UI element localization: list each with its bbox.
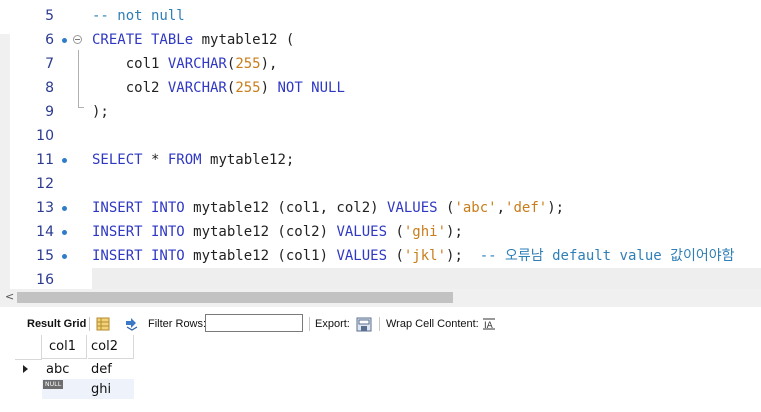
sql-editor[interactable]: 5 -- not null 6 CREATE TABLe mytable12 ( 7 c…	[0, 0, 761, 289]
row-header-corner	[15, 335, 42, 360]
grid-cell[interactable]: ghi	[91, 380, 111, 400]
wrap-text-icon[interactable]: IA	[482, 318, 496, 340]
line-number: 6	[45, 32, 54, 48]
line-number: 15	[36, 248, 54, 264]
export-label: Export:	[315, 318, 350, 330]
code-line[interactable]: 10	[0, 124, 761, 148]
statement-marker-icon	[62, 230, 67, 235]
statement-marker-icon	[62, 158, 67, 163]
code-line[interactable]: 11 SELECT * FROM mytable12;	[0, 148, 761, 172]
code-text: INSERT INTO mytable12 (col1) VALUES ('jk…	[92, 248, 735, 264]
grid-cell[interactable]: def	[91, 360, 112, 380]
toolbar-separator	[379, 317, 380, 331]
code-line[interactable]: 7 col1 VARCHAR(255),	[0, 52, 761, 76]
toolbar-separator	[89, 317, 90, 331]
code-line[interactable]: 9);	[0, 100, 761, 124]
line-number: 8	[45, 80, 54, 96]
statement-marker-icon	[62, 38, 67, 43]
code-text: -- not null	[92, 8, 185, 24]
code-text: );	[92, 104, 109, 120]
export-icon[interactable]	[356, 317, 372, 339]
code-line[interactable]: 8 col2 VARCHAR(255) NOT NULL	[0, 76, 761, 100]
line-number: 11	[36, 152, 54, 168]
line-number: 9	[45, 104, 54, 120]
code-line[interactable]: 13 INSERT INTO mytable12 (col1, col2) VAL…	[0, 196, 761, 220]
null-value-badge[interactable]: NULL	[43, 380, 64, 389]
code-text: CREATE TABLe mytable12 (	[92, 32, 295, 48]
line-number: 14	[36, 224, 54, 240]
line-number: 7	[45, 56, 54, 72]
code-line[interactable]: 15 INSERT INTO mytable12 (col1) VALUES ('…	[0, 244, 761, 268]
line-number: 16	[36, 272, 54, 288]
code-text: SELECT * FROM mytable12;	[92, 152, 295, 168]
statement-marker-icon	[62, 254, 67, 259]
wrap-cell-label: Wrap Cell Content:	[386, 318, 479, 330]
statement-marker-icon	[62, 206, 67, 211]
horizontal-scrollbar[interactable]: <	[0, 289, 761, 307]
column-header-col1[interactable]: col1	[42, 335, 87, 359]
code-line[interactable]: 6 CREATE TABLe mytable12 (	[0, 28, 761, 52]
line-number: 10	[36, 128, 54, 144]
result-toolbar: Result Grid Filter Rows: Export: Wrap Ce…	[0, 313, 761, 335]
line-number: 5	[45, 8, 54, 24]
chevron-left-icon[interactable]: <	[5, 290, 14, 303]
grid-cell[interactable]: abc	[46, 360, 69, 380]
line-number: 12	[36, 176, 54, 192]
code-text: col2 VARCHAR(255) NOT NULL	[92, 80, 345, 96]
result-grid-tab[interactable]: Result Grid	[27, 313, 86, 335]
line-number: 13	[36, 200, 54, 216]
code-line[interactable]: 12	[0, 172, 761, 196]
column-header-col2[interactable]: col2	[88, 335, 134, 359]
scrollbar-thumb[interactable]	[17, 292, 453, 303]
filter-rows-input[interactable]	[205, 314, 303, 332]
code-line[interactable]: 16	[0, 268, 761, 289]
current-row-indicator-icon	[23, 365, 28, 373]
fold-toggle-icon[interactable]	[73, 35, 82, 44]
code-text: INSERT INTO mytable12 (col1, col2) VALUE…	[92, 200, 565, 216]
filter-rows-label: Filter Rows:	[148, 318, 207, 330]
toolbar-separator	[309, 317, 310, 331]
code-text: INSERT INTO mytable12 (col2) VALUES ('gh…	[92, 224, 463, 240]
code-line[interactable]: 5 -- not null	[0, 4, 761, 28]
code-text: col1 VARCHAR(255),	[92, 56, 278, 72]
code-line[interactable]: 14 INSERT INTO mytable12 (col2) VALUES ('…	[0, 220, 761, 244]
